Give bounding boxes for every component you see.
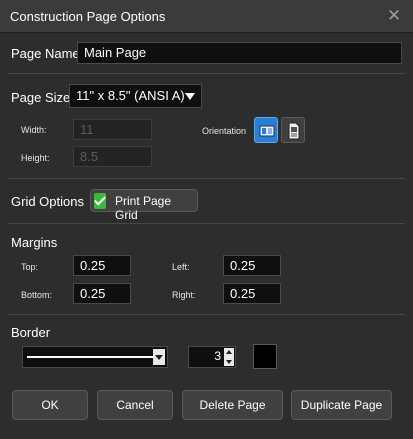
line-style-preview [27,356,153,358]
page-size-dropdown[interactable]: 11" x 8.5" (ANSI A) [69,84,202,108]
divider [8,73,405,74]
landscape-orientation-button[interactable] [254,117,278,143]
page-name-label: Page Name [11,46,80,61]
border-width-value: 3 [214,349,221,363]
width-input[interactable]: 11 [73,119,152,140]
height-label: Height: [21,153,50,163]
margins-label: Margins [11,235,58,250]
portrait-page-icon [288,122,300,140]
margin-top-input[interactable]: 0.25 [73,255,131,276]
chevron-down-icon [155,355,163,360]
orientation-label: Orientation [202,126,247,136]
border-label: Border [11,325,51,340]
portrait-orientation-button[interactable] [281,117,305,143]
ok-button[interactable]: OK [12,390,88,420]
dialog-title: Construction Page Options [10,9,166,24]
landscape-page-icon [259,125,275,137]
height-input[interactable]: 8.5 [73,146,152,167]
margin-top-label: Top: [21,262,39,272]
close-icon[interactable]: ✕ [383,5,405,27]
stepper-up-button[interactable] [224,348,234,357]
width-label: Width: [21,125,47,135]
chevron-up-icon [226,350,232,354]
divider [8,314,405,315]
divider [8,178,405,179]
print-page-grid-label: Print Page Grid [115,194,172,222]
dropdown-button [153,349,165,365]
margin-bottom-input[interactable]: 0.25 [73,283,131,304]
print-page-grid-checkbox[interactable]: Print Page Grid [90,189,198,222]
margin-bottom-label: Bottom: [21,290,53,300]
stepper-down-button[interactable] [224,357,234,366]
border-width-stepper[interactable]: 3 [188,346,236,368]
margin-left-input[interactable]: 0.25 [223,255,281,276]
page-size-value: 11" x 8.5" (ANSI A) [76,88,185,103]
divider [8,223,405,224]
margin-right-input[interactable]: 0.25 [223,283,281,304]
chevron-down-icon [226,360,232,364]
duplicate-page-button[interactable]: Duplicate Page [291,390,392,420]
chevron-down-icon [185,93,195,100]
cancel-button[interactable]: Cancel [97,390,173,420]
grid-options-label: Grid Options [11,194,84,209]
check-icon [94,193,106,209]
page-name-input[interactable]: Main Page [77,42,402,64]
border-style-dropdown[interactable] [22,346,168,368]
delete-page-button[interactable]: Delete Page [182,390,283,420]
margin-right-label: Right: [172,290,196,300]
border-color-swatch[interactable] [253,344,277,369]
page-size-label: Page Size [11,90,71,105]
margin-left-label: Left: [172,262,190,272]
